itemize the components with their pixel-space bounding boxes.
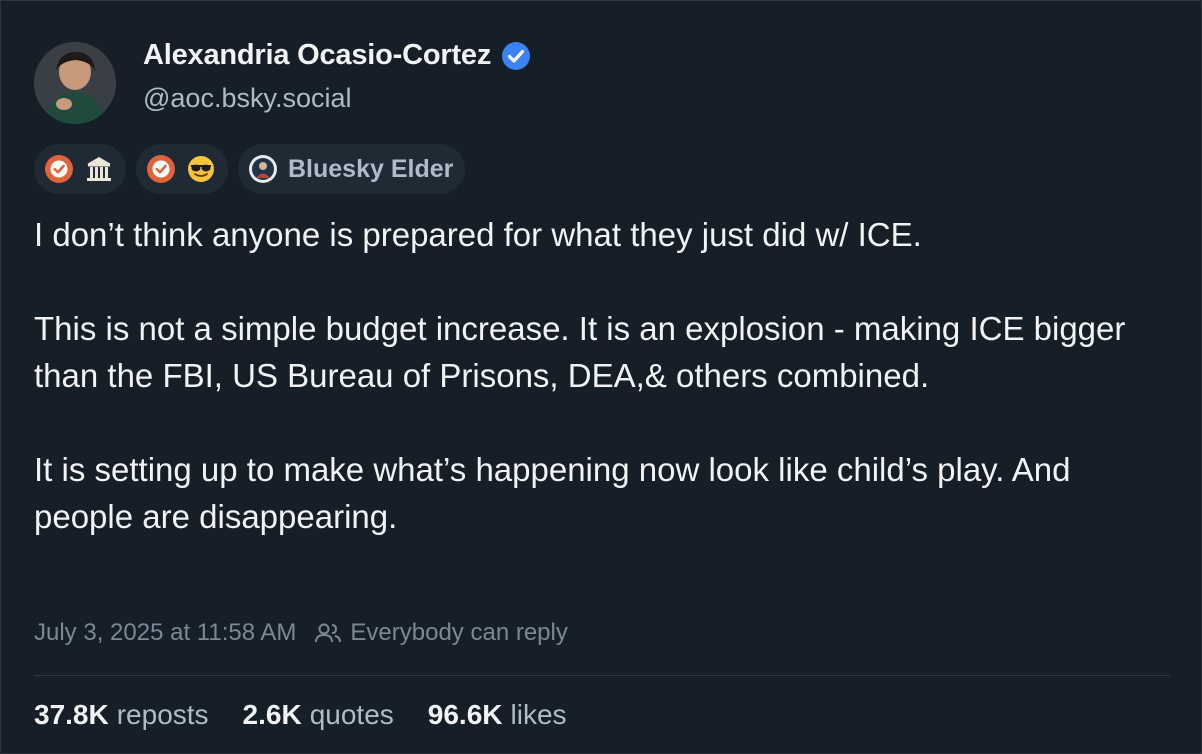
post-text: I don’t think anyone is prepared for wha…: [34, 211, 1164, 540]
post-paragraph: This is not a simple budget increase. It…: [34, 310, 1126, 394]
badge-bluesky-elder[interactable]: Bluesky Elder: [238, 144, 466, 194]
reposts-stat[interactable]: 37.8K reposts: [34, 699, 209, 731]
post-timestamp[interactable]: July 3, 2025 at 11:58 AM: [34, 619, 296, 647]
post-meta: July 3, 2025 at 11:58 AM Everybody can r…: [34, 619, 568, 647]
verified-badge-icon[interactable]: [501, 41, 531, 71]
badge-label: Bluesky Elder: [288, 154, 454, 183]
quotes-label: quotes: [309, 699, 394, 730]
quotes-count: 2.6K: [242, 699, 302, 730]
badge-row: Bluesky Elder: [34, 144, 466, 194]
verified-check-icon: [147, 155, 175, 183]
verified-check-icon: [45, 155, 73, 183]
reposts-label: reposts: [116, 699, 209, 730]
sunglasses-emoji-icon: [188, 156, 214, 182]
likes-label: likes: [510, 699, 567, 730]
engagement-stats: 37.8K reposts 2.6K quotes 96.6K likes: [34, 699, 567, 731]
likes-stat[interactable]: 96.6K likes: [428, 699, 567, 731]
elder-avatar-icon: [249, 155, 277, 183]
reposts-count: 37.8K: [34, 699, 109, 730]
likes-count: 96.6K: [427, 699, 503, 730]
government-building-icon: [87, 157, 111, 181]
reply-setting[interactable]: Everybody can reply: [314, 619, 568, 647]
post-paragraph: It is setting up to make what’s happenin…: [34, 451, 1071, 535]
avatar[interactable]: [34, 42, 116, 124]
author-handle[interactable]: @aoc.bsky.social: [143, 83, 352, 114]
badge-sunglasses[interactable]: [136, 144, 228, 194]
divider: [34, 675, 1170, 676]
people-icon: [315, 623, 342, 643]
quotes-stat[interactable]: 2.6K quotes: [243, 699, 394, 731]
post-paragraph: I don’t think anyone is prepared for wha…: [34, 216, 922, 253]
reply-setting-label: Everybody can reply: [350, 619, 568, 646]
author-name[interactable]: Alexandria Ocasio-Cortez: [143, 39, 491, 72]
badge-government[interactable]: [34, 144, 126, 194]
